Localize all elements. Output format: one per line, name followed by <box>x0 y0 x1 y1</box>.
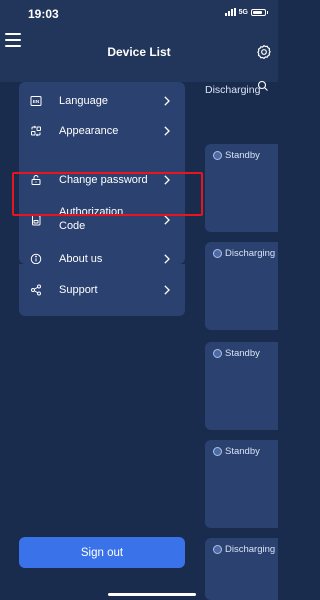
menu-item-label-line2: Code <box>59 220 86 232</box>
battery-icon <box>251 8 268 16</box>
status-icon <box>213 249 222 258</box>
menu-item-support[interactable]: Support <box>19 277 185 303</box>
menu-item-label: Support <box>59 284 98 296</box>
app-header: Device List <box>0 28 278 91</box>
device-card[interactable]: Discharging <box>205 538 278 600</box>
status-time: 19:03 <box>28 7 59 21</box>
status-icon <box>213 349 222 358</box>
device-status-label: Standby <box>225 348 260 359</box>
highlight-box <box>12 172 203 216</box>
device-status: Standby <box>213 446 260 457</box>
status-icon <box>213 545 222 554</box>
status-icon <box>213 151 222 160</box>
device-status: Standby <box>213 150 260 161</box>
share-icon <box>31 284 41 296</box>
menu-item-label: Appearance <box>59 125 119 137</box>
device-status: Discharging <box>213 544 275 555</box>
sign-out-button[interactable]: Sign out <box>19 537 185 568</box>
signal-bars-icon <box>224 8 236 16</box>
network-label: 5G <box>238 8 248 16</box>
menu-item-language[interactable]: EN Language <box>19 88 185 114</box>
device-status: Discharging <box>213 248 275 259</box>
page-title: Device List <box>107 45 171 59</box>
list-status-text: Discharging <box>205 84 261 96</box>
svg-text:EN: EN <box>33 99 39 104</box>
device-status-label: Standby <box>225 150 260 161</box>
status-icon <box>213 447 222 456</box>
menu-item-label: Language <box>59 95 108 107</box>
status-indicators: 5G <box>224 8 268 16</box>
appearance-icon <box>31 125 41 137</box>
home-indicator <box>108 593 196 596</box>
device-card[interactable]: Standby <box>205 342 278 430</box>
chevron-right-icon <box>164 215 170 225</box>
chevron-right-icon <box>164 126 170 136</box>
menu-item-appearance[interactable]: Appearance <box>19 118 185 144</box>
device-status-label: Standby <box>225 446 260 457</box>
chevron-right-icon <box>164 96 170 106</box>
status-bar: 19:03 5G <box>0 0 278 28</box>
chevron-right-icon <box>164 285 170 295</box>
gear-icon[interactable] <box>256 44 272 60</box>
device-card[interactable]: Standby <box>205 144 278 232</box>
chevron-right-icon <box>164 254 170 264</box>
device-card[interactable]: Standby <box>205 440 278 528</box>
language-en-icon: EN <box>30 96 42 106</box>
device-status-label: Discharging <box>225 544 276 555</box>
device-card[interactable]: Discharging <box>205 242 278 330</box>
drawer-menu-lower: Support <box>19 264 185 316</box>
device-status: Standby <box>213 348 260 359</box>
side-drawer: EN Language Appearance Change password A… <box>0 82 205 600</box>
device-status-label: Discharging <box>225 248 276 259</box>
